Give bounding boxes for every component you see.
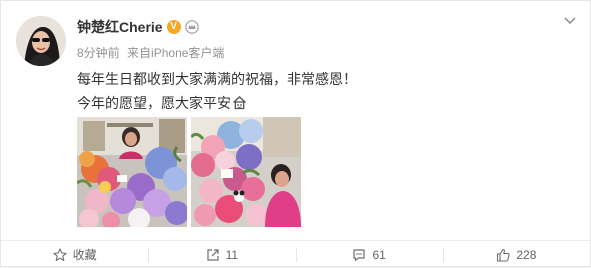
chevron-down-icon[interactable] [564, 17, 576, 25]
verified-icon: V [166, 20, 181, 34]
favorite-button[interactable]: 收藏 [1, 241, 148, 268]
avatar[interactable] [16, 16, 66, 66]
post-text-line-2: 今年的愿望，愿大家平安 [77, 91, 357, 115]
post-photo-2[interactable] [191, 117, 301, 227]
comment-count: 61 [372, 247, 386, 262]
post-text-line-1: 每年生日都收到大家满满的祝福，非常感恩！ [77, 71, 357, 87]
post-source: iPhone客户端 [151, 46, 225, 60]
post-photo-1[interactable] [77, 117, 187, 227]
star-icon [53, 247, 67, 261]
post-text-line-2-content: 今年的愿望，愿大家平安 [77, 95, 231, 111]
source-prefix: 来自 [127, 46, 152, 60]
author-row: 钟楚红Cherie V [77, 17, 200, 37]
thumbs-up-icon [497, 248, 510, 262]
weibo-post-card: 钟楚红Cherie V 8分钟前 来自iPhone客户端 每年生日都收到大家满满… [0, 0, 591, 267]
home-emoji-icon [233, 96, 246, 110]
repost-icon [207, 248, 219, 261]
favorite-label: 收藏 [72, 248, 97, 262]
comment-button[interactable]: 61 [295, 241, 443, 268]
repost-count: 11 [225, 247, 239, 262]
vip-crown-icon [184, 20, 199, 34]
author-name[interactable]: 钟楚红Cherie [77, 17, 163, 37]
post-meta: 8分钟前 来自iPhone客户端 [77, 44, 228, 61]
like-count: 228 [516, 247, 537, 262]
post-time[interactable]: 8分钟前 [77, 46, 120, 60]
like-button[interactable]: 228 [442, 241, 590, 268]
repost-button[interactable]: 11 [148, 241, 295, 268]
comment-icon [353, 248, 366, 261]
post-text: 每年生日都收到大家满满的祝福，非常感恩！ 今年的愿望，愿大家平安 [77, 67, 357, 115]
action-bar: 收藏 11 61 228 [1, 241, 590, 268]
photo-grid [77, 117, 301, 227]
